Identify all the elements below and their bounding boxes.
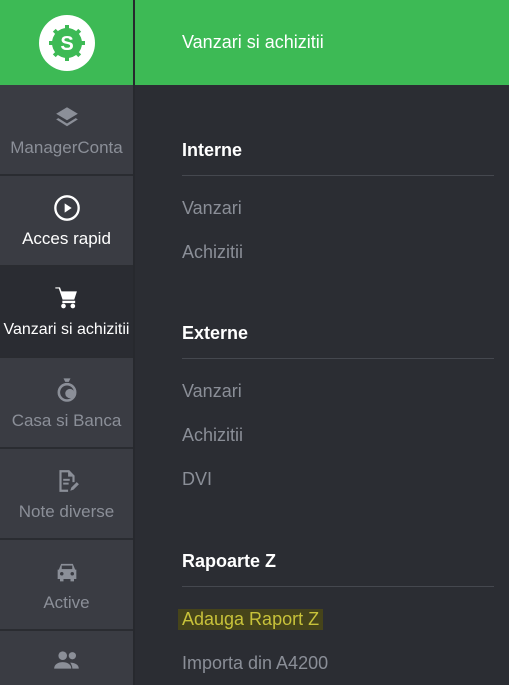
svg-text:S: S <box>60 33 73 55</box>
sidebar: S ManagerConta Acces rapid Vanzari si ac… <box>0 0 135 685</box>
section-rapoarte-z: Rapoarte Z Adauga Raport Z Importa din A… <box>178 551 494 673</box>
section-externe: Externe Vanzari Achizitii DVI <box>182 323 494 489</box>
link-achizitii-interne[interactable]: Achizitii <box>182 242 243 263</box>
section-title: Externe <box>182 323 494 359</box>
sidebar-item-managerconta[interactable]: ManagerConta <box>0 85 133 176</box>
edit-document-icon <box>54 466 80 496</box>
coins-icon <box>53 375 81 405</box>
link-importa-din-a4200[interactable]: Importa din A4200 <box>182 653 328 674</box>
logo-box[interactable]: S <box>0 0 133 85</box>
sidebar-item-active[interactable]: Active <box>0 540 133 631</box>
link-achizitii-externe[interactable]: Achizitii <box>182 425 243 446</box>
sidebar-item-people[interactable] <box>0 631 133 681</box>
car-icon <box>53 557 81 587</box>
sidebar-item-vanzari-si-achizitii[interactable]: Vanzari si achizitii <box>0 267 133 358</box>
section-title: Rapoarte Z <box>182 551 494 587</box>
link-adauga-raport-z[interactable]: Adauga Raport Z <box>178 609 324 630</box>
page-title: Vanzari si achizitii <box>182 32 324 52</box>
header-bar: Vanzari si achizitii <box>135 0 509 85</box>
sidebar-item-label: Active <box>43 593 90 612</box>
link-vanzari-externe[interactable]: Vanzari <box>182 381 242 402</box>
sidebar-item-note-diverse[interactable]: Note diverse <box>0 449 133 540</box>
play-circle-icon <box>53 193 81 223</box>
section-interne: Interne Vanzari Achizitii <box>182 140 494 262</box>
sidebar-item-acces-rapid[interactable]: Acces rapid <box>0 176 133 267</box>
sidebar-item-label: Casa si Banca <box>11 411 122 430</box>
sidebar-item-casa-si-banca[interactable]: Casa si Banca <box>0 358 133 449</box>
section-title: Interne <box>182 140 494 176</box>
link-dvi[interactable]: DVI <box>182 469 212 490</box>
sidebar-item-label: Vanzari si achizitii <box>3 321 130 338</box>
sidebar-item-label: Acces rapid <box>22 229 111 248</box>
sidebar-item-label: Note diverse <box>18 502 115 521</box>
people-icon <box>52 645 82 675</box>
link-vanzari-interne[interactable]: Vanzari <box>182 198 242 219</box>
layers-icon <box>54 102 80 132</box>
sidebar-item-label: ManagerConta <box>10 138 123 157</box>
shopping-cart-icon <box>53 284 81 314</box>
logo-dollar-gear-icon: S <box>38 14 95 71</box>
